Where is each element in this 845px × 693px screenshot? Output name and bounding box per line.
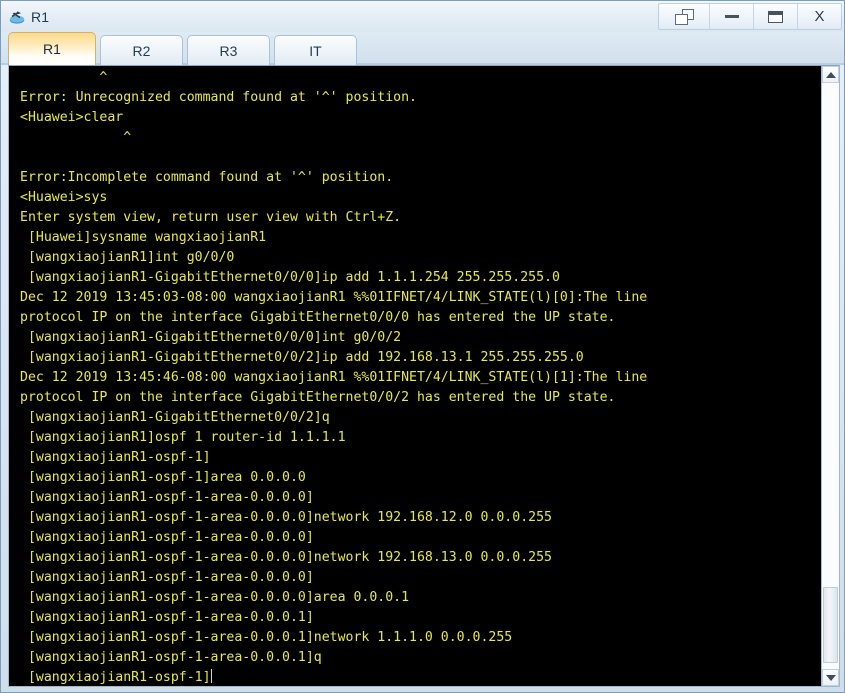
tab-r3[interactable]: R3 [187,35,270,65]
title-bar: R1 X [1,1,844,32]
scrollbar-track[interactable] [822,83,839,669]
cli-line: Dec 12 2019 13:45:46-08:00 wangxiaojianR… [20,370,648,385]
cli-line: protocol IP on the interface GigabitEthe… [20,310,616,325]
scroll-down-button[interactable] [822,669,839,686]
tab-r2[interactable]: R2 [100,35,183,65]
cli-line: [wangxiaojianR1-ospf-1]area 0.0.0.0 [20,470,306,485]
cli-line: [wangxiaojianR1-GigabitEthernet0/0/2]q [20,410,330,425]
router-icon [8,8,26,26]
tab-label: IT [309,42,322,59]
cli-line: protocol IP on the interface GigabitEthe… [20,390,616,405]
minimize-icon [724,15,739,18]
cli-line: Error: Unrecognized command found at '^'… [20,90,417,105]
cli-line: Error:Incomplete command found at '^' po… [20,170,394,185]
cli-line: [wangxiaojianR1-ospf-1-area-0.0.0.0]area… [20,590,410,605]
scrollbar-thumb[interactable] [823,586,838,664]
tab-label: R2 [132,42,151,59]
cli-line: [Huawei]sysname wangxiaojianR1 [20,230,267,245]
cli-line: [wangxiaojianR1]ospf 1 router-id 1.1.1.1 [20,430,346,445]
cli-line: <Huawei>sys [20,190,108,205]
cli-line: ^ [20,70,108,85]
cli-line: [wangxiaojianR1-ospf-1-area-0.0.0.1]q [20,650,322,665]
close-button[interactable]: X [797,4,841,29]
close-icon: X [814,8,825,25]
cli-line: [wangxiaojianR1-ospf-1-area-0.0.0.0] [20,530,314,545]
minimize-button[interactable] [709,4,753,29]
cli-line: [wangxiaojianR1-GigabitEthernet0/0/0]int… [20,330,402,345]
restore-windows-button[interactable] [659,4,709,29]
cli-line [20,148,821,168]
cli-line: [wangxiaojianR1]int g0/0/0 [20,250,235,265]
cli-line: Enter system view, return user view with… [20,210,402,225]
cli-line: <Huawei>clear [20,110,124,125]
cli-line: [wangxiaojianR1-GigabitEthernet0/0/2]ip … [20,350,584,365]
console-scrollbar[interactable] [821,66,839,686]
cli-line: [wangxiaojianR1-ospf-1-area-0.0.0.1]netw… [20,630,513,645]
cli-output[interactable]: ^ Error: Unrecognized command found at '^… [9,66,821,686]
scroll-up-button[interactable] [822,66,839,83]
cli-line: ^ [20,130,132,145]
cli-line: [wangxiaojianR1-ospf-1] [20,669,212,685]
cli-line: [wangxiaojianR1-ospf-1-area-0.0.0.0] [20,570,314,585]
tab-r1[interactable]: R1 [8,32,96,65]
cli-line: [wangxiaojianR1-ospf-1-area-0.0.0.0]netw… [20,550,552,565]
cascade-windows-icon [674,8,694,25]
window-controls: X [658,3,842,30]
console-frame: ^ Error: Unrecognized command found at '^… [8,65,840,687]
device-tab-strip: R1 R2 R3 IT [1,32,844,65]
tab-label: R3 [219,42,238,59]
tab-label: R1 [43,41,61,57]
maximize-icon [768,10,783,23]
cli-line: [wangxiaojianR1-ospf-1-area-0.0.0.0] [20,490,314,505]
text-cursor [210,669,212,683]
console-area: ^ Error: Unrecognized command found at '^… [1,65,844,692]
cli-line: [wangxiaojianR1-ospf-1-area-0.0.0.1] [20,610,314,625]
cli-line: [wangxiaojianR1-ospf-1-area-0.0.0.0]netw… [20,510,552,525]
cli-line: Dec 12 2019 13:45:03-08:00 wangxiaojianR… [20,290,648,305]
tab-it[interactable]: IT [274,35,357,65]
cli-line: [wangxiaojianR1-GigabitEthernet0/0/0]ip … [20,270,560,285]
chevron-up-icon [825,71,836,78]
window-title: R1 [31,8,50,25]
maximize-button[interactable] [753,4,797,29]
chevron-down-icon [825,674,836,681]
router-cli-window: R1 X R1 R2 R3 IT ^ Error: Unrecognized c… [0,0,845,693]
cli-line: [wangxiaojianR1-ospf-1] [20,450,211,465]
